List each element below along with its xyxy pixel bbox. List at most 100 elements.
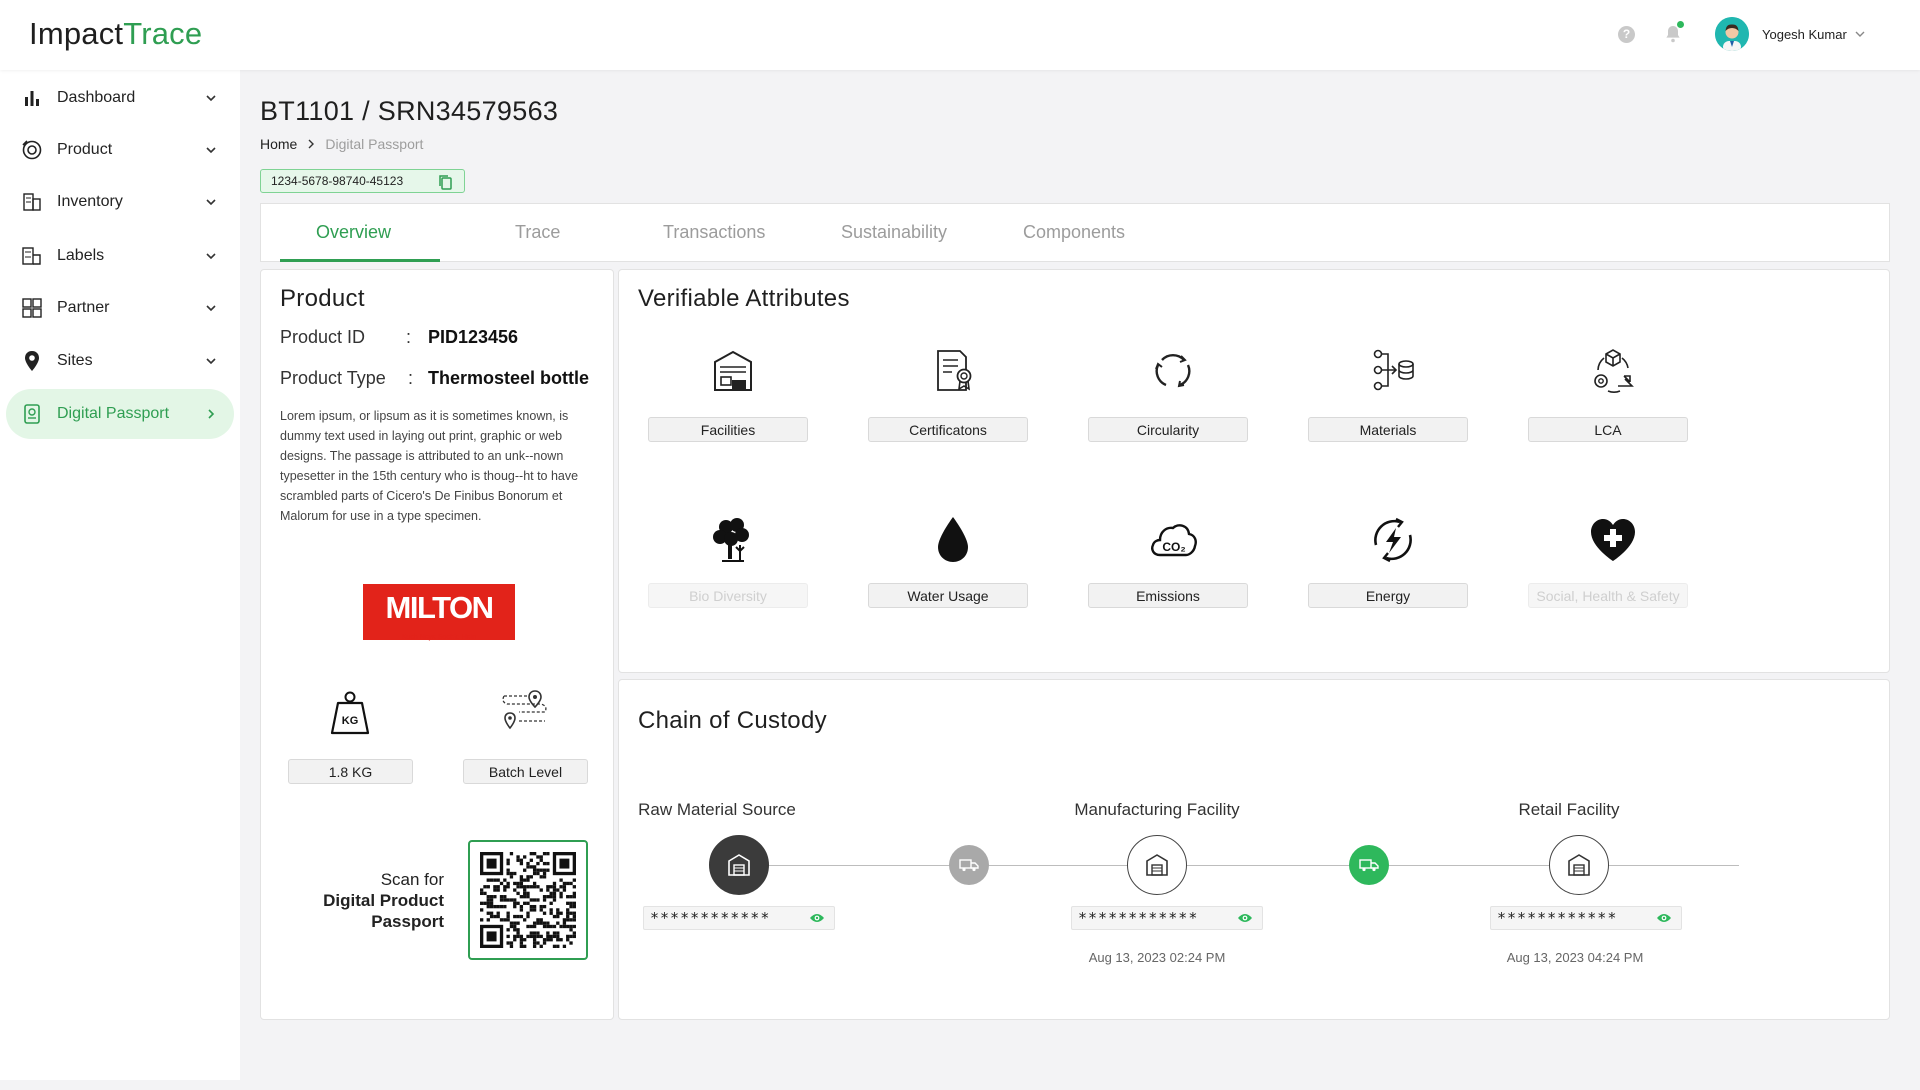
eye-icon[interactable] xyxy=(1237,912,1253,924)
user-name[interactable]: Yogesh Kumar xyxy=(1762,27,1847,42)
stage-hash-retail: ************ xyxy=(1490,906,1682,930)
uid-value: 1234-5678-98740-45123 xyxy=(271,174,404,188)
warehouse-icon xyxy=(1568,854,1590,876)
stage-timestamp-retail: Aug 13, 2023 04:24 PM xyxy=(1506,950,1644,965)
sidebar-item-label: Product xyxy=(57,141,113,158)
sidebar-item-product[interactable]: Product xyxy=(6,125,234,175)
notification-dot xyxy=(1677,21,1684,28)
tree-icon xyxy=(713,518,749,562)
sidebar-item-dashboard[interactable]: Dashboard xyxy=(6,73,234,123)
attribute-pill-lca[interactable]: LCA xyxy=(1528,417,1688,442)
breadcrumb-current: Digital Passport xyxy=(325,136,424,152)
product-type-colon: : xyxy=(408,368,414,388)
help-icon[interactable]: ? xyxy=(1618,26,1635,43)
avatar[interactable] xyxy=(1715,17,1749,51)
scan-line-3: Passport xyxy=(371,912,444,931)
qr-code[interactable] xyxy=(468,840,588,960)
warehouse-icon xyxy=(714,350,752,391)
chevron-down-icon xyxy=(206,199,216,206)
chevron-down-icon xyxy=(206,147,216,154)
chevron-down-icon[interactable] xyxy=(1854,29,1866,39)
copy-icon[interactable] xyxy=(438,174,452,190)
hash-value: ************ xyxy=(1497,909,1618,927)
sidebar-item-digital-passport[interactable]: Digital Passport xyxy=(6,389,234,439)
page-title: BT1101 / SRN34579563 xyxy=(260,96,559,126)
sidebar-item-inventory[interactable]: Inventory xyxy=(6,177,234,227)
chevron-down-icon xyxy=(206,253,216,260)
product-type-label: Product Type xyxy=(280,368,386,388)
chevron-down-icon xyxy=(206,358,216,365)
attribute-pill-water-usage[interactable]: Water Usage xyxy=(868,583,1028,608)
tab-bar: Overview Trace Transactions Sustainabili… xyxy=(260,203,1890,262)
product-type-value: Thermosteel bottle xyxy=(428,368,590,388)
scan-line-1: Scan for xyxy=(380,870,444,889)
sidebar-item-label: Labels xyxy=(57,247,105,264)
lca-icon xyxy=(1594,349,1634,393)
chevron-down-icon xyxy=(206,305,216,312)
materials-icon xyxy=(1373,349,1414,391)
chevron-right-icon xyxy=(308,139,315,149)
stage-node-raw-material[interactable] xyxy=(709,835,769,895)
scan-caption: Scan for Digital Product Passport xyxy=(323,869,444,932)
sidebar-item-partner[interactable]: Partner xyxy=(6,283,234,333)
attribute-pill-certifications[interactable]: Certificatons xyxy=(868,417,1028,442)
tab-components[interactable]: Components xyxy=(1023,222,1125,243)
brand-logo: MILTON xyxy=(363,584,515,640)
tab-sustainability[interactable]: Sustainability xyxy=(841,222,947,243)
attribute-pill-facilities[interactable]: Facilities xyxy=(648,417,808,442)
chevron-down-icon xyxy=(206,95,216,102)
stage-label-retail: Retail Facility xyxy=(1518,800,1620,819)
transit-truck-1[interactable] xyxy=(949,845,989,885)
heart-plus-icon xyxy=(1591,519,1635,561)
sidebar: Dashboard Product Inventory Labels Partn… xyxy=(0,70,240,1080)
location-pin-icon xyxy=(21,350,43,372)
stage-node-retail[interactable] xyxy=(1549,835,1609,895)
tab-trace[interactable]: Trace xyxy=(515,222,560,243)
eye-icon[interactable] xyxy=(1656,912,1672,924)
product-card: Product Product ID : PID123456 Product T… xyxy=(260,269,614,1020)
passport-icon xyxy=(21,403,43,425)
active-tab-indicator xyxy=(280,259,440,262)
eye-icon[interactable] xyxy=(809,912,825,924)
attribute-pill-circularity[interactable]: Circularity xyxy=(1088,417,1248,442)
brand-tagline: Kuch Naya Sochte Hain xyxy=(401,634,477,641)
uid-chip: 1234-5678-98740-45123 xyxy=(260,169,465,193)
product-id-label: Product ID xyxy=(280,327,366,347)
sidebar-item-label: Dashboard xyxy=(57,89,136,106)
product-id-row: Product ID : PID123456 xyxy=(280,327,518,348)
product-id-colon: : xyxy=(406,327,412,347)
batch-level-pill: Batch Level xyxy=(463,759,588,784)
product-description: Lorem ipsum, or lipsum as it is sometime… xyxy=(280,409,579,523)
stage-node-manufacturing[interactable] xyxy=(1127,835,1187,895)
stage-hash-manufacturing: ************ xyxy=(1071,906,1263,930)
certificate-icon xyxy=(937,350,972,391)
bar-chart-icon xyxy=(21,87,43,109)
co2-cloud-icon: CO₂ xyxy=(1151,524,1197,557)
product-icon xyxy=(21,139,43,161)
attribute-pill-energy[interactable]: Energy xyxy=(1308,583,1468,608)
inventory-icon xyxy=(21,191,43,213)
tab-transactions[interactable]: Transactions xyxy=(663,222,765,243)
top-header: ImpactTrace ? Yogesh Kumar xyxy=(0,0,1920,70)
warehouse-icon xyxy=(728,854,750,876)
hash-value: ************ xyxy=(1078,909,1199,927)
breadcrumb-home[interactable]: Home xyxy=(260,136,297,152)
product-type-row: Product Type : Thermosteel bottle xyxy=(280,368,589,389)
tab-overview[interactable]: Overview xyxy=(316,222,391,243)
route-icon xyxy=(502,690,547,730)
warehouse-icon xyxy=(1146,854,1168,876)
sidebar-item-sites[interactable]: Sites xyxy=(6,336,234,386)
sidebar-item-label: Partner xyxy=(57,299,110,316)
stage-hash-raw-material: ************ xyxy=(643,906,835,930)
sidebar-item-labels[interactable]: Labels xyxy=(6,231,234,281)
attribute-pill-materials[interactable]: Materials xyxy=(1308,417,1468,442)
weight-icon: KG xyxy=(330,691,370,735)
attribute-pill-emissions[interactable]: Emissions xyxy=(1088,583,1248,608)
chain-of-custody-card: Chain of Custody Raw Material Source Man… xyxy=(618,679,1890,1020)
app-logo[interactable]: ImpactTrace xyxy=(29,16,202,52)
transit-truck-2[interactable] xyxy=(1349,845,1389,885)
stage-label-raw-material: Raw Material Source xyxy=(638,800,796,819)
attribute-pill-social-health-safety: Social, Health & Safety xyxy=(1528,583,1688,608)
custody-title: Chain of Custody xyxy=(638,707,827,734)
qr-code-image xyxy=(480,852,576,948)
